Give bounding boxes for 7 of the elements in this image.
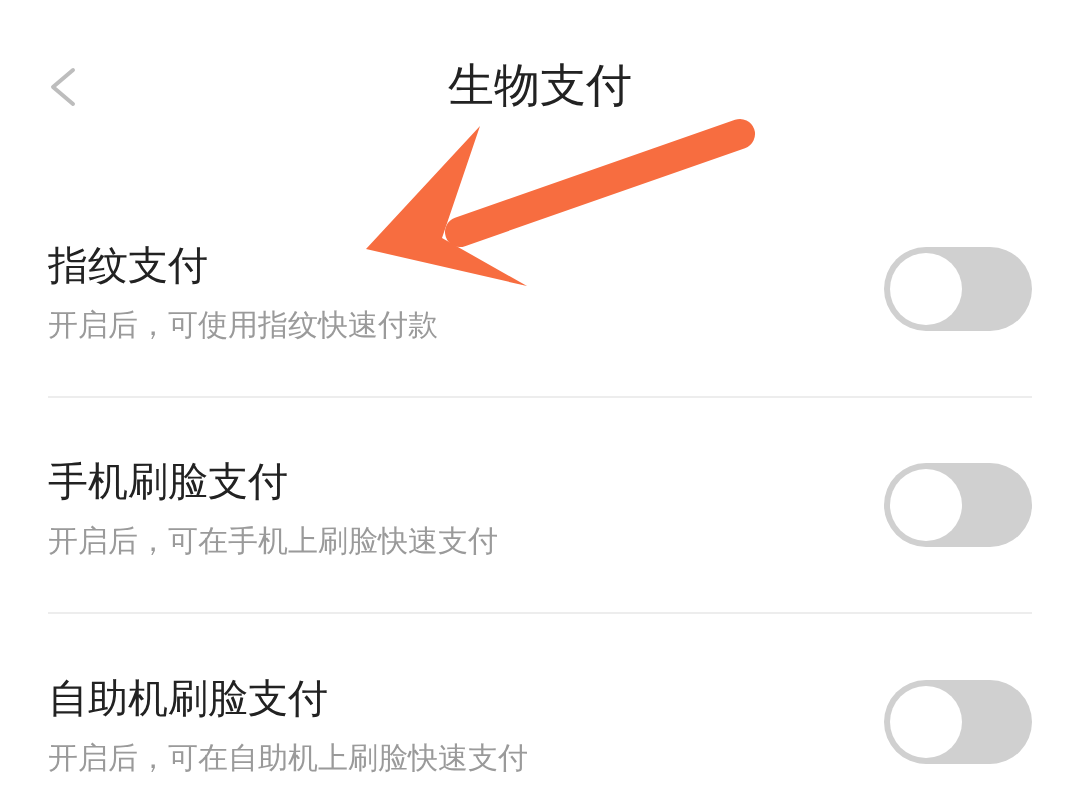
- setting-description: 开启后，可在手机上刷脸快速支付: [48, 522, 498, 560]
- setting-label: 手机刷脸支付: [48, 457, 289, 506]
- setting-description: 开启后，可在自助机上刷脸快速支付: [48, 739, 528, 777]
- setting-label: 自助机刷脸支付: [48, 674, 329, 723]
- setting-description: 开启后，可使用指纹快速付款: [48, 306, 438, 344]
- page-title: 生物支付: [447, 57, 633, 114]
- setting-label: 指纹支付: [48, 241, 209, 290]
